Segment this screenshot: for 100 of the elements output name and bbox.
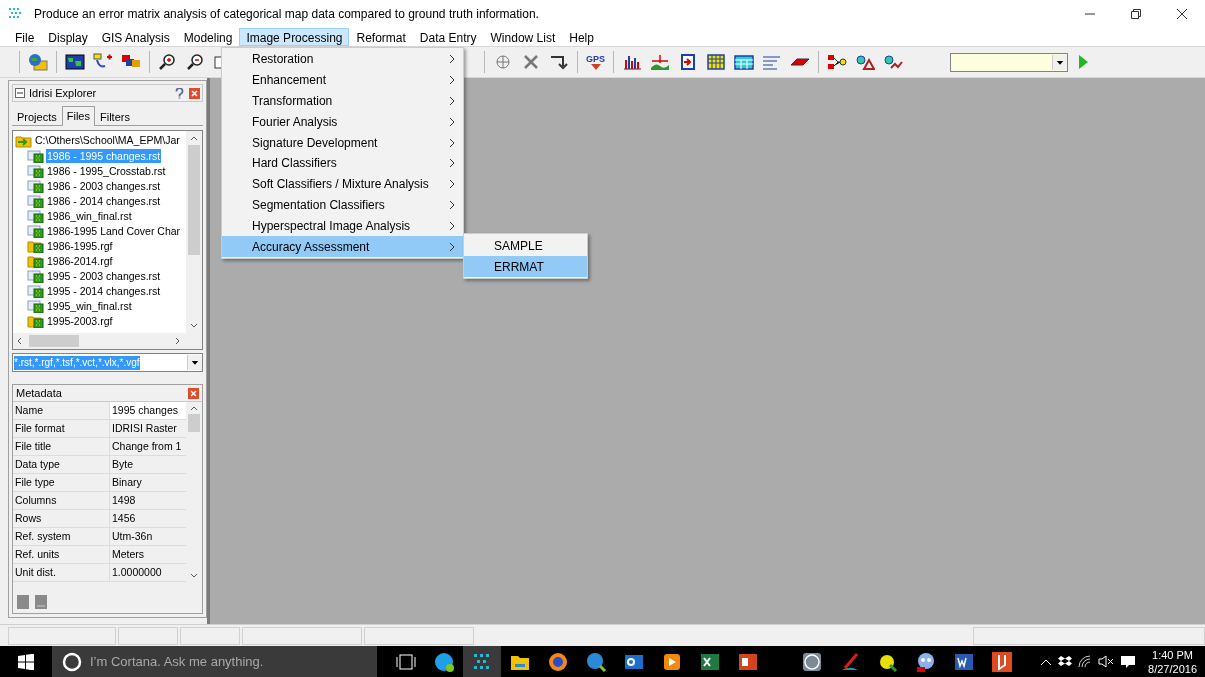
vertical-scrollbar[interactable] <box>186 131 202 333</box>
clock-date: 8/27/2016 <box>1148 661 1197 676</box>
gps-button[interactable]: GPS <box>586 54 605 70</box>
window-title: Produce an error matrix analysis of categorical map data compared to ground truth information. <box>34 6 539 23</box>
metadata-label: File title <box>13 438 110 455</box>
tree-entry[interactable]: 1986_win_final.rst <box>46 208 133 223</box>
metadata-value[interactable]: 1.0000000 <box>110 564 186 581</box>
menu-item[interactable]: Signature Development <box>222 132 463 153</box>
tree-entry[interactable]: 1995-2003.rgf <box>46 313 114 328</box>
panel-title: Metadata <box>16 385 62 401</box>
raster-file-icon <box>27 283 45 298</box>
menu-item[interactable]: Image Processing <box>239 28 350 46</box>
tree-entry[interactable]: 1995 - 2003 changes.rst <box>46 268 162 283</box>
menu-item[interactable]: Soft Classifiers / Mixture Analysis <box>222 173 463 195</box>
zoom-in-icon[interactable] <box>158 53 178 71</box>
raster-file-icon <box>27 223 45 238</box>
menu-item[interactable]: Restoration <box>222 49 463 70</box>
folder-arrow-icon <box>15 133 33 148</box>
search-field[interactable]: I’m Cortana. Ask me anything. <box>52 646 377 677</box>
profile-icon[interactable] <box>650 53 670 71</box>
combo-box[interactable] <box>950 52 1068 72</box>
menu-item[interactable]: Window List <box>483 28 563 46</box>
menu-item[interactable]: Display <box>41 28 95 46</box>
tree-entry[interactable]: 1986-1995 Land Cover Char <box>46 223 182 238</box>
tree-entry[interactable]: 1995 - 2014 changes.rst <box>46 283 162 298</box>
folder-path[interactable]: C:\Others\School\MA_EPM\Jar <box>35 132 180 149</box>
tree-entry[interactable]: 1986-2014.rgf <box>46 253 114 268</box>
map-icon[interactable] <box>65 53 85 71</box>
histogram-icon[interactable] <box>622 53 642 71</box>
metadata-value[interactable]: Byte <box>110 456 186 473</box>
menu-item[interactable]: Data Entry <box>412 28 484 46</box>
menu-item[interactable]: File <box>8 28 42 46</box>
chevron-up-icon[interactable] <box>1040 657 1053 666</box>
scroll-thumb[interactable] <box>188 414 200 432</box>
scroll-thumb[interactable] <box>29 335 79 347</box>
tree-entry[interactable]: 1986 - 1995_Crosstab.rst <box>46 163 167 178</box>
speaker-muted-icon[interactable] <box>1098 655 1115 668</box>
tree-entry[interactable]: 1986 - 2003 changes.rst <box>46 178 162 193</box>
menu-item[interactable]: Modeling <box>176 28 240 46</box>
scroll-thumb[interactable] <box>188 145 200 255</box>
raster-file-icon <box>27 193 45 208</box>
tools-icon[interactable] <box>521 53 541 71</box>
close-icon[interactable] <box>188 387 199 399</box>
bent-arrow-icon[interactable] <box>549 53 569 71</box>
grid-icon[interactable] <box>706 53 726 71</box>
windows-logo-icon <box>18 653 34 670</box>
zoom-out-icon[interactable] <box>186 53 206 71</box>
tab[interactable]: Filters <box>95 108 135 125</box>
notification-icon[interactable] <box>1120 654 1137 669</box>
wifi-icon[interactable] <box>1078 655 1093 668</box>
menu-item[interactable]: Enhancement <box>222 69 463 91</box>
close-icon[interactable] <box>189 87 200 99</box>
raster-file-icon <box>27 178 45 193</box>
menu-item[interactable]: Segmentation Classifiers <box>222 194 463 216</box>
metadata-value[interactable]: 1498 <box>110 492 186 509</box>
metadata-value[interactable]: Binary <box>110 474 186 491</box>
menu-item[interactable]: Help <box>562 28 601 46</box>
metadata-label: Unit dist. <box>13 564 110 581</box>
menu-item[interactable]: Reformat <box>349 28 413 46</box>
sphere-app-icon[interactable] <box>801 650 823 673</box>
metadata-label: Rows <box>13 510 110 527</box>
shapes-icon[interactable] <box>855 53 875 71</box>
horizontal-scrollbar[interactable] <box>13 333 202 349</box>
menu-item[interactable]: Fourier Analysis <box>222 111 463 133</box>
metadata-value[interactable]: Utm-36n <box>110 528 186 545</box>
menu-item[interactable]: Transformation <box>222 90 463 112</box>
group-file-icon <box>27 238 45 253</box>
metadata-value[interactable]: Change from 1 <box>110 438 186 455</box>
tab[interactable]: Files <box>61 106 95 126</box>
clock[interactable]: 1:40 PM 8/27/2016 <box>1148 647 1197 676</box>
import-icon[interactable] <box>678 53 698 71</box>
menu-item[interactable]: Hard Classifiers <box>222 153 463 174</box>
circle-icon <box>62 651 82 672</box>
menu-item[interactable]: SAMPLE <box>464 235 587 256</box>
collapse-icon[interactable] <box>15 88 25 98</box>
workflow-icon[interactable] <box>827 53 847 71</box>
globe-folder-icon[interactable] <box>28 53 48 71</box>
metadata-value[interactable]: Meters <box>110 546 186 563</box>
raster-file-icon <box>27 163 45 178</box>
magnifier-globe-icon[interactable] <box>585 650 607 673</box>
metadata-value[interactable]: 1995 changes <box>110 402 186 419</box>
menu-item[interactable]: GIS Analysis <box>94 28 177 46</box>
tree-entry[interactable]: 1995_win_final.rst <box>46 298 133 313</box>
metadata-label: Ref. units <box>13 546 110 563</box>
metadata-value[interactable]: IDRISI Raster <box>110 420 186 437</box>
help-icon[interactable] <box>174 87 185 99</box>
raster-file-icon <box>27 298 45 313</box>
tab[interactable]: Projects <box>12 108 62 125</box>
menu-item[interactable]: Hyperspectral Image Analysis <box>222 215 463 237</box>
metadata-value[interactable]: 1456 <box>110 510 186 527</box>
shape-line-icon[interactable] <box>883 53 903 71</box>
tree-entry[interactable]: 1986 - 2014 changes.rst <box>46 193 162 208</box>
menu-item[interactable]: ERRMAT <box>464 256 587 277</box>
browser-icon[interactable] <box>547 650 569 673</box>
search-placeholder: I’m Cortana. Ask me anything. <box>90 652 264 671</box>
tree-entry[interactable]: 1986-1995.rgf <box>46 238 114 253</box>
crosshair-icon[interactable] <box>493 53 513 71</box>
group-file-icon <box>27 313 45 328</box>
table-icon[interactable] <box>734 53 754 71</box>
menu-item[interactable]: Accuracy Assessment <box>222 236 463 257</box>
